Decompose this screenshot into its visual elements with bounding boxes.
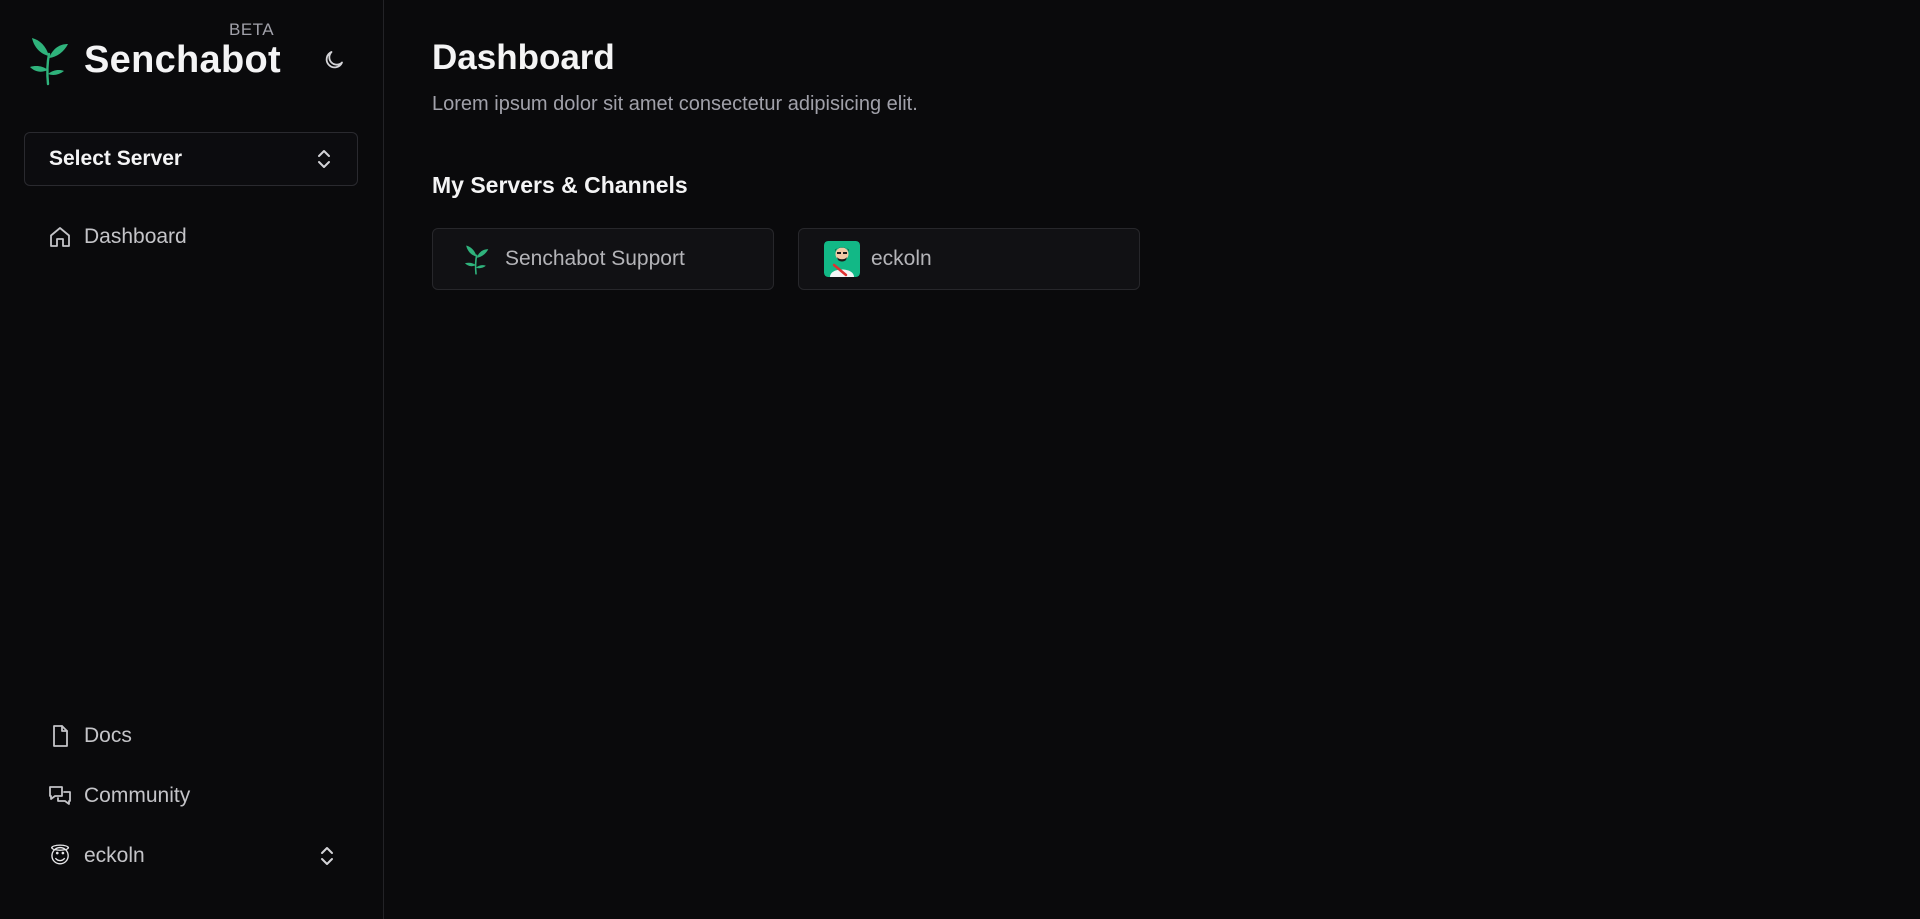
chevron-up-down-icon — [318, 150, 330, 168]
server-card-label: Senchabot Support — [505, 247, 685, 270]
beta-badge: BETA — [229, 20, 275, 39]
select-server-dropdown[interactable]: Select Server — [24, 132, 358, 186]
user-avatar — [823, 240, 861, 278]
sidebar-item-label: Docs — [84, 724, 132, 747]
select-server-label: Select Server — [49, 147, 183, 170]
sprout-logo-icon — [457, 240, 495, 278]
app-root: Senchabot BETA Select Server Dashboard D… — [0, 0, 1920, 919]
sidebar-item-label: Community — [84, 784, 191, 807]
file-icon — [48, 724, 72, 748]
moon-icon — [325, 51, 343, 69]
chevron-up-down-icon — [321, 847, 333, 865]
server-card-senchabot-support[interactable]: Senchabot Support — [432, 228, 774, 290]
page-title: Dashboard — [432, 38, 615, 77]
sidebar: Senchabot BETA Select Server Dashboard D… — [0, 0, 384, 919]
sprout-logo-icon — [30, 38, 68, 86]
page-subtitle: Lorem ipsum dolor sit amet consectetur a… — [432, 93, 918, 115]
user-emoji: 😇 — [49, 845, 71, 868]
server-card-list: Senchabot Support eckoln — [432, 228, 1140, 290]
user-info: 😇 eckoln — [48, 844, 145, 869]
sidebar-item-dashboard[interactable]: Dashboard — [48, 219, 187, 255]
server-card-eckoln[interactable]: eckoln — [798, 228, 1140, 290]
chat-icon — [48, 784, 72, 808]
sidebar-item-label: Dashboard — [84, 225, 187, 248]
brand-name: Senchabot — [84, 38, 281, 81]
section-title: My Servers & Channels — [432, 172, 688, 198]
server-card-label: eckoln — [871, 247, 932, 270]
user-name: eckoln — [84, 844, 145, 867]
user-menu[interactable]: 😇 eckoln — [48, 838, 336, 874]
sidebar-item-community[interactable]: Community — [48, 778, 190, 814]
main-content: Dashboard Lorem ipsum dolor sit amet con… — [384, 0, 1920, 919]
sidebar-item-docs[interactable]: Docs — [48, 718, 132, 754]
theme-toggle-button[interactable] — [320, 46, 348, 74]
home-icon — [48, 225, 72, 249]
